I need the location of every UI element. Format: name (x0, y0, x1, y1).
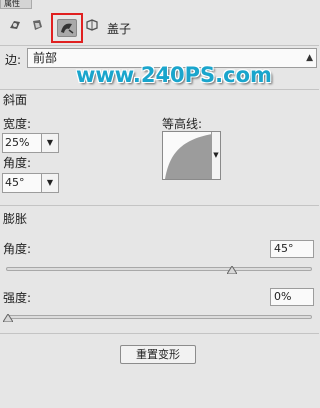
select-arrows-icon: ▲ (306, 53, 313, 63)
width-value: 25% (5, 136, 30, 149)
edge-label: 边: (5, 53, 22, 67)
chevron-down-icon[interactable]: ▼ (41, 174, 58, 192)
pixel-mask-icon[interactable] (7, 18, 23, 34)
strength-slider-thumb[interactable] (2, 312, 14, 323)
watermark: www.240PS.com (76, 63, 272, 87)
layer-title: 盖子 (107, 22, 132, 36)
vector-mask-icon[interactable] (29, 18, 45, 34)
angle-value: 45° (5, 176, 25, 189)
divider (0, 89, 319, 90)
bevel-tool-highlight (51, 13, 83, 43)
angle-combo[interactable]: 45° ▼ (2, 173, 59, 193)
reset-warp-button[interactable]: 重置变形 (120, 345, 196, 364)
contour-picker[interactable]: ▼ (162, 131, 221, 180)
divider (0, 205, 319, 206)
divider (0, 45, 319, 46)
width-label: 宽度: (3, 117, 32, 131)
inflate-angle-input[interactable]: 45° (270, 240, 314, 258)
inflate-angle-label: 角度: (3, 242, 32, 256)
bevel-section-title: 斜面 (3, 93, 28, 107)
angle-label: 角度: (3, 156, 32, 170)
strength-label: 强度: (3, 291, 32, 305)
contour-curve-icon (165, 134, 212, 179)
inflate-angle-slider[interactable] (6, 267, 312, 271)
chevron-down-icon[interactable]: ▼ (41, 134, 58, 152)
inflate-angle-slider-thumb[interactable] (226, 264, 239, 275)
properties-toolbar: 盖子 (0, 10, 319, 46)
bevel-icon[interactable] (57, 19, 77, 37)
strength-slider[interactable] (6, 315, 312, 319)
width-combo[interactable]: 25% ▼ (2, 133, 59, 153)
chevron-down-icon[interactable]: ▼ (211, 132, 220, 179)
strength-input[interactable]: 0% (270, 288, 314, 306)
warp-icon[interactable] (84, 18, 100, 34)
panel-tab[interactable]: 属性 (0, 0, 32, 9)
divider (0, 333, 319, 334)
edge-value: 前部 (33, 51, 58, 65)
contour-label: 等高线: (162, 117, 203, 131)
inflate-section-title: 膨胀 (3, 212, 28, 226)
